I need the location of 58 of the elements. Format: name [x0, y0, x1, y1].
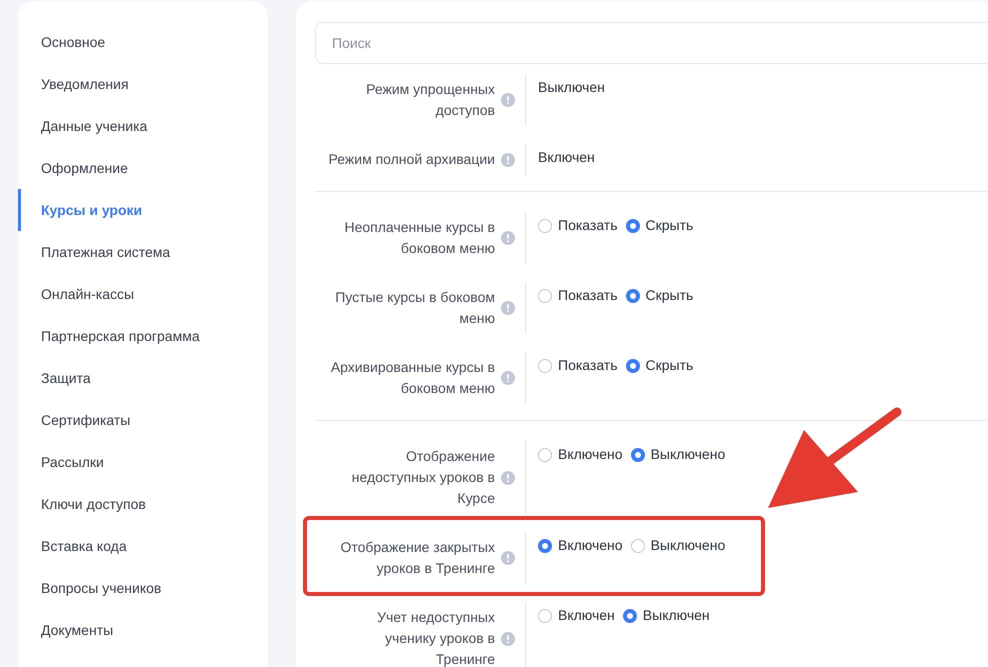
radio-button[interactable]: [538, 218, 552, 232]
sidebar-item[interactable]: Вставка кода: [18, 525, 268, 567]
sidebar-item[interactable]: Данные ученика: [18, 105, 268, 147]
radio-button[interactable]: [622, 608, 637, 622]
setting-label: Отображение недоступных уроков в Курсе: [350, 447, 495, 508]
radio-label[interactable]: Включен: [558, 605, 615, 626]
setting-label: Режим упрощенных доступов: [365, 80, 495, 120]
setting-label: Режим полной архивации: [328, 150, 495, 169]
radio-label[interactable]: Выключено: [650, 535, 726, 556]
setting-label: Отображение закрытых уроков в Тренинге: [339, 538, 495, 578]
radio-label[interactable]: Включено: [558, 535, 623, 556]
sidebar-item[interactable]: Оформление: [18, 147, 268, 189]
info-icon: [501, 93, 515, 107]
setting-label: Пустые курсы в боковом меню: [334, 288, 495, 328]
radio-label[interactable]: Скрыть: [646, 355, 694, 376]
radio-label[interactable]: Включено: [558, 444, 623, 465]
sidebar-item[interactable]: Онлайн-кассы: [18, 273, 268, 315]
setting-value: Включен: [538, 148, 595, 167]
radio-button[interactable]: [538, 538, 552, 552]
radio-button[interactable]: [630, 538, 645, 552]
radio-button[interactable]: [538, 448, 552, 462]
search-field[interactable]: Поиск: [315, 22, 988, 64]
info-icon: [501, 152, 515, 166]
info-icon: [501, 470, 515, 484]
sidebar-item[interactable]: Ключи доступов: [18, 483, 268, 525]
setting-label: Учет недоступных ученику уроков в Тренинге: [376, 608, 495, 667]
sidebar-item[interactable]: Рассылки: [18, 441, 268, 483]
sidebar-item[interactable]: Вопросы учеников: [18, 567, 268, 609]
sidebar-item[interactable]: Курсы и уроки: [18, 189, 268, 231]
sidebar-item[interactable]: Партнерская программа: [18, 315, 268, 357]
radio-button[interactable]: [626, 218, 640, 232]
sidebar-item[interactable]: Документы: [18, 609, 268, 651]
radio-button[interactable]: [626, 358, 640, 372]
info-icon: [501, 632, 515, 646]
radio-label[interactable]: Выключен: [642, 605, 710, 626]
setting-value: Выключен: [538, 78, 605, 97]
radio-button[interactable]: [626, 288, 640, 302]
sidebar-item[interactable]: Сертификаты: [18, 399, 268, 441]
sidebar-item[interactable]: Защита: [18, 357, 268, 399]
info-icon: [501, 371, 515, 385]
radio-label[interactable]: Скрыть: [646, 215, 694, 236]
radio-label[interactable]: Выключено: [650, 444, 726, 465]
radio-button[interactable]: [538, 288, 552, 302]
sidebar-item[interactable]: Основное: [18, 21, 268, 63]
radio-button[interactable]: [630, 448, 645, 462]
info-icon: [501, 301, 515, 315]
radio-button[interactable]: [538, 608, 552, 622]
radio-button[interactable]: [538, 358, 552, 372]
sidebar-item[interactable]: Платежная система: [18, 231, 268, 273]
radio-label[interactable]: Показать: [558, 215, 618, 236]
info-icon: [501, 231, 515, 245]
radio-label[interactable]: Скрыть: [646, 285, 694, 306]
setting-label: Неоплаченные курсы в боковом меню: [344, 218, 495, 258]
sidebar-item[interactable]: Уведомления: [18, 63, 268, 105]
radio-label[interactable]: Показать: [558, 355, 618, 376]
radio-label[interactable]: Показать: [558, 285, 618, 306]
setting-label: Архивированные курсы в боковом меню: [330, 358, 495, 398]
info-icon: [501, 551, 515, 565]
